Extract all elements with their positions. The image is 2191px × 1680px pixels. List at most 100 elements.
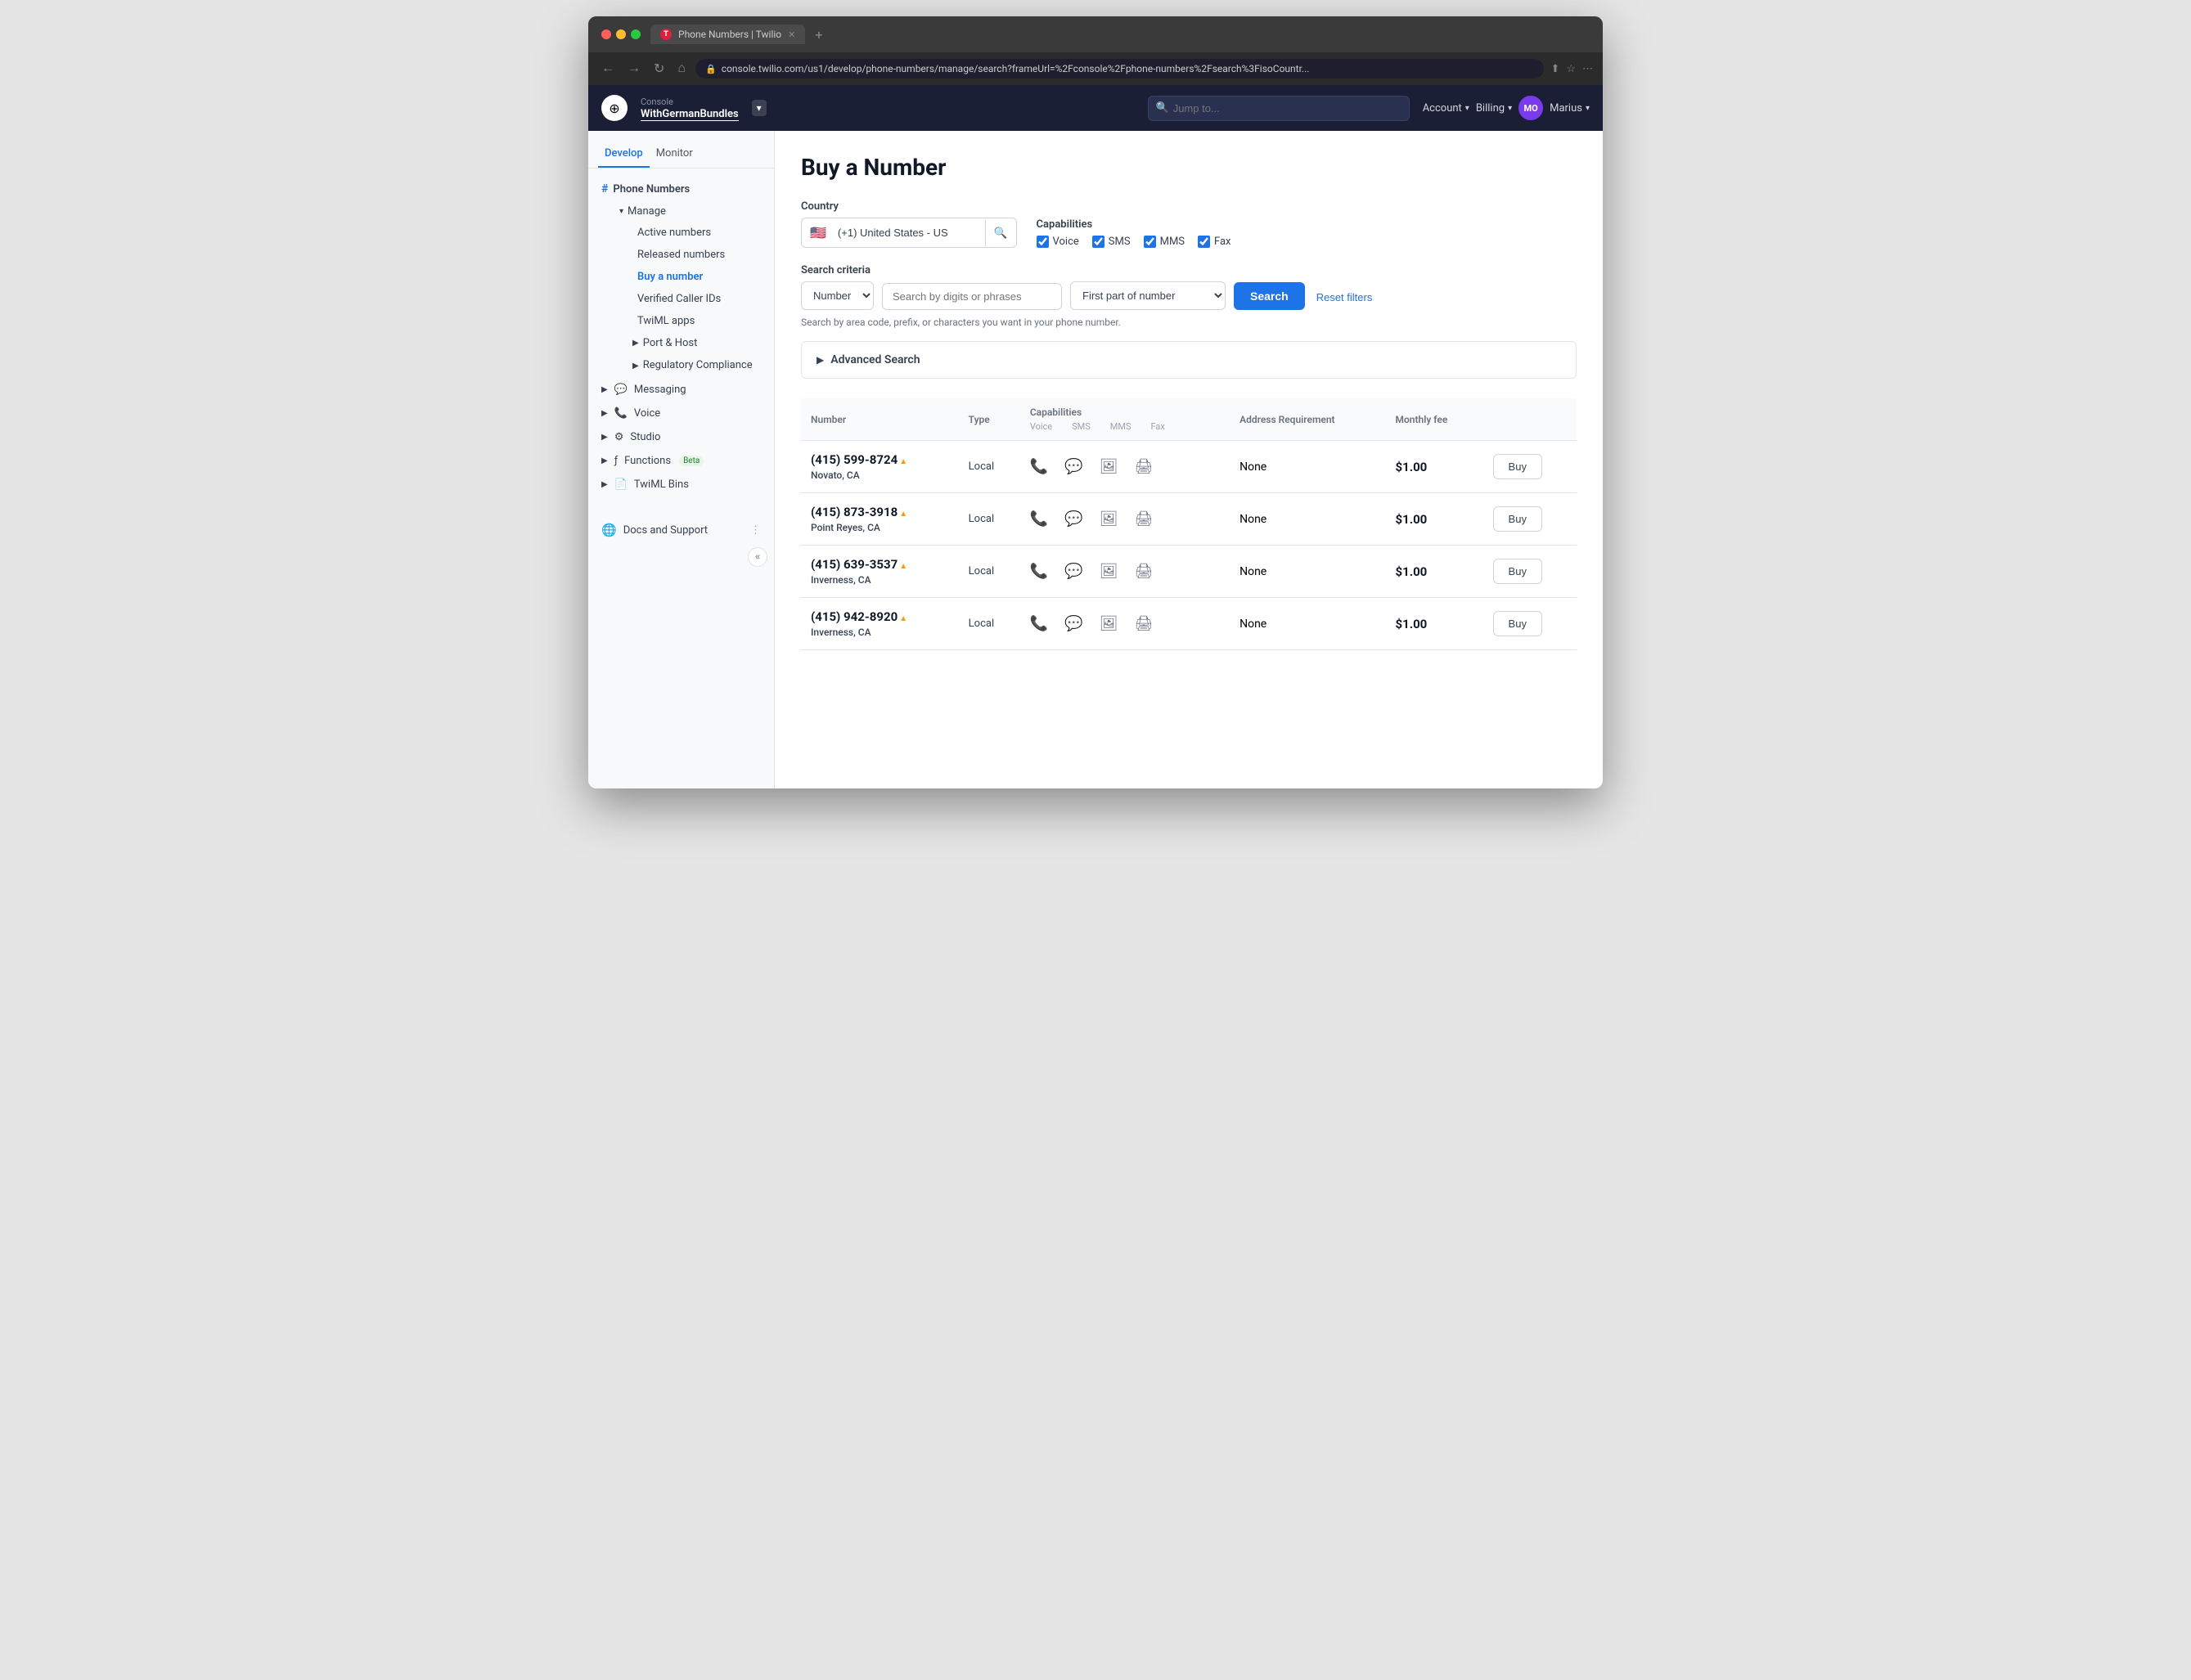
phone-numbers-header[interactable]: # Phone Numbers xyxy=(588,177,774,201)
close-dot[interactable] xyxy=(601,29,611,39)
voice-cap-icon-1: 📞 xyxy=(1030,510,1048,528)
voice-checkbox[interactable] xyxy=(1037,236,1049,248)
match-to-select[interactable]: First part of number xyxy=(1070,281,1226,310)
new-tab-button[interactable]: + xyxy=(815,27,822,43)
number-indicator-icon: ▲ xyxy=(899,614,907,623)
back-button[interactable]: ← xyxy=(598,58,618,79)
tab-close-icon[interactable]: ✕ xyxy=(788,29,795,40)
buy-cell-2: Buy xyxy=(1483,546,1577,598)
account-label: Account xyxy=(1423,102,1462,115)
search-button[interactable]: Search xyxy=(1234,282,1305,310)
maximize-dot[interactable] xyxy=(631,29,641,39)
capabilities-cell-3: 📞 💬 🖼 🖨 xyxy=(1020,598,1230,650)
forward-button[interactable]: → xyxy=(624,58,644,79)
buy-button-1[interactable]: Buy xyxy=(1493,506,1542,532)
account-name[interactable]: WithGermanBundles xyxy=(641,108,739,121)
sidebar-item-active-numbers[interactable]: Active numbers xyxy=(624,222,774,244)
account-menu[interactable]: Account ▾ xyxy=(1423,102,1469,115)
country-selector[interactable]: 🇺🇸 🔍 xyxy=(801,218,1017,248)
search-hint: Search by area code, prefix, or characte… xyxy=(801,317,1577,328)
hash-icon: # xyxy=(601,182,608,195)
phone-number-1: (415) 873-3918▲ xyxy=(811,505,949,519)
country-capabilities-row: Country 🇺🇸 🔍 Capabilities Voice xyxy=(801,200,1577,248)
search-criteria-row: Number First part of number Search Reset… xyxy=(801,281,1577,310)
phone-numbers-section: # Phone Numbers ▾ Manage Active numbers xyxy=(588,175,774,378)
user-avatar[interactable]: MO xyxy=(1518,96,1543,120)
search-criteria-group: Search criteria xyxy=(801,264,1577,276)
sidebar-item-manage[interactable]: ▾ Manage xyxy=(611,201,774,222)
buy-button-2[interactable]: Buy xyxy=(1493,559,1542,584)
tab-monitor[interactable]: Monitor xyxy=(650,141,700,168)
user-menu[interactable]: Marius ▾ xyxy=(1550,102,1590,115)
sidebar-item-functions[interactable]: ▶ ƒ Functions Beta xyxy=(588,449,774,473)
country-input[interactable] xyxy=(835,220,985,245)
account-dropdown-button[interactable]: ▾ xyxy=(752,100,767,116)
voice-icon: 📞 xyxy=(614,407,628,420)
tab-develop[interactable]: Develop xyxy=(598,141,650,168)
address-bar[interactable]: 🔒 console.twilio.com/us1/develop/phone-n… xyxy=(695,59,1544,79)
sidebar-item-studio[interactable]: ▶ ⚙ Studio xyxy=(588,425,774,449)
browser-nav: ← → ↻ ⌂ 🔒 console.twilio.com/us1/develop… xyxy=(588,52,1603,85)
capabilities-cell-2: 📞 💬 🖼 🖨 xyxy=(1020,546,1230,598)
sidebar-collapse-button[interactable]: « xyxy=(748,547,767,567)
reset-filters-button[interactable]: Reset filters xyxy=(1313,285,1376,310)
sidebar-item-verified-caller-ids[interactable]: Verified Caller IDs xyxy=(624,288,774,310)
sidebar-item-twiml-bins[interactable]: ▶ 📄 TwiML Bins xyxy=(588,473,774,496)
number-indicator-icon: ▲ xyxy=(899,510,907,519)
buy-button-0[interactable]: Buy xyxy=(1493,454,1542,479)
minimize-dot[interactable] xyxy=(616,29,626,39)
search-digits-input[interactable] xyxy=(882,283,1062,310)
capabilities-cell-1: 📞 💬 🖼 🖨 xyxy=(1020,493,1230,546)
sms-cap-icon-0: 💬 xyxy=(1064,458,1082,475)
sidebar-item-port-host[interactable]: ▶ Port & Host xyxy=(611,332,774,354)
app-logo: ⊕ xyxy=(601,95,628,121)
th-number: Number xyxy=(801,398,959,441)
advanced-search-panel[interactable]: ▶ Advanced Search xyxy=(801,341,1577,379)
voice-check[interactable]: Voice xyxy=(1037,236,1079,248)
sms-check[interactable]: SMS xyxy=(1092,236,1131,248)
extensions-icon[interactable]: ⋯ xyxy=(1582,63,1593,75)
sidebar-item-voice[interactable]: ▶ 📞 Voice xyxy=(588,402,774,425)
studio-icon: ⚙ xyxy=(614,431,624,443)
billing-menu[interactable]: Billing ▾ xyxy=(1476,102,1512,115)
mms-checkbox[interactable] xyxy=(1144,236,1156,248)
results-body: (415) 599-8724▲ Novato, CA Local 📞 💬 🖼 🖨… xyxy=(801,441,1577,650)
voice-expand-icon: ▶ xyxy=(601,409,608,418)
country-search-button[interactable]: 🔍 xyxy=(985,220,1016,246)
sidebar-item-messaging[interactable]: ▶ 💬 Messaging xyxy=(588,378,774,402)
messaging-icon: 💬 xyxy=(614,384,628,396)
sidebar-item-released-numbers[interactable]: Released numbers xyxy=(624,244,774,266)
sidebar-item-regulatory[interactable]: ▶ Regulatory Compliance xyxy=(611,354,774,376)
url-text: console.twilio.com/us1/develop/phone-num… xyxy=(722,63,1535,74)
functions-icon: ƒ xyxy=(614,455,618,467)
sidebar-item-twiml-apps[interactable]: TwiML apps xyxy=(624,310,774,332)
reload-button[interactable]: ↻ xyxy=(650,57,668,80)
th-action xyxy=(1483,398,1577,441)
buy-button-3[interactable]: Buy xyxy=(1493,611,1542,636)
sidebar-item-buy-number[interactable]: Buy a number xyxy=(624,266,774,288)
buy-cell-1: Buy xyxy=(1483,493,1577,546)
docs-support-item[interactable]: 🌐 Docs and Support ⋮ xyxy=(588,516,774,544)
fax-checkbox[interactable] xyxy=(1198,236,1210,248)
sms-checkbox[interactable] xyxy=(1092,236,1104,248)
bookmark-icon[interactable]: ☆ xyxy=(1566,63,1576,75)
home-button[interactable]: ⌂ xyxy=(674,58,689,79)
jump-to-input[interactable] xyxy=(1148,96,1410,121)
app: ⊕ Console WithGermanBundles ▾ 🔍 Account … xyxy=(588,85,1603,788)
type-cell-2: Local xyxy=(959,546,1020,598)
phone-numbers-label: Phone Numbers xyxy=(613,183,690,195)
fax-check[interactable]: Fax xyxy=(1198,236,1231,248)
table-row: (415) 873-3918▲ Point Reyes, CA Local 📞 … xyxy=(801,493,1577,546)
share-icon[interactable]: ⬆ xyxy=(1550,63,1559,75)
number-indicator-icon: ▲ xyxy=(899,562,907,571)
number-cell-3: (415) 942-8920▲ Inverness, CA xyxy=(801,598,959,650)
billing-caret-icon: ▾ xyxy=(1508,104,1512,113)
capabilities-checks: Voice SMS MMS xyxy=(1037,236,1231,248)
phone-number-0: (415) 599-8724▲ xyxy=(811,452,949,467)
browser-tab[interactable]: T Phone Numbers | Twilio ✕ xyxy=(650,25,805,44)
mms-check[interactable]: MMS xyxy=(1144,236,1185,248)
regulatory-caret-icon: ▶ xyxy=(632,362,639,371)
lock-icon: 🔒 xyxy=(705,64,717,74)
table-header: Number Type Capabilities Voice SMS MMS xyxy=(801,398,1577,441)
number-type-select[interactable]: Number xyxy=(801,281,874,310)
